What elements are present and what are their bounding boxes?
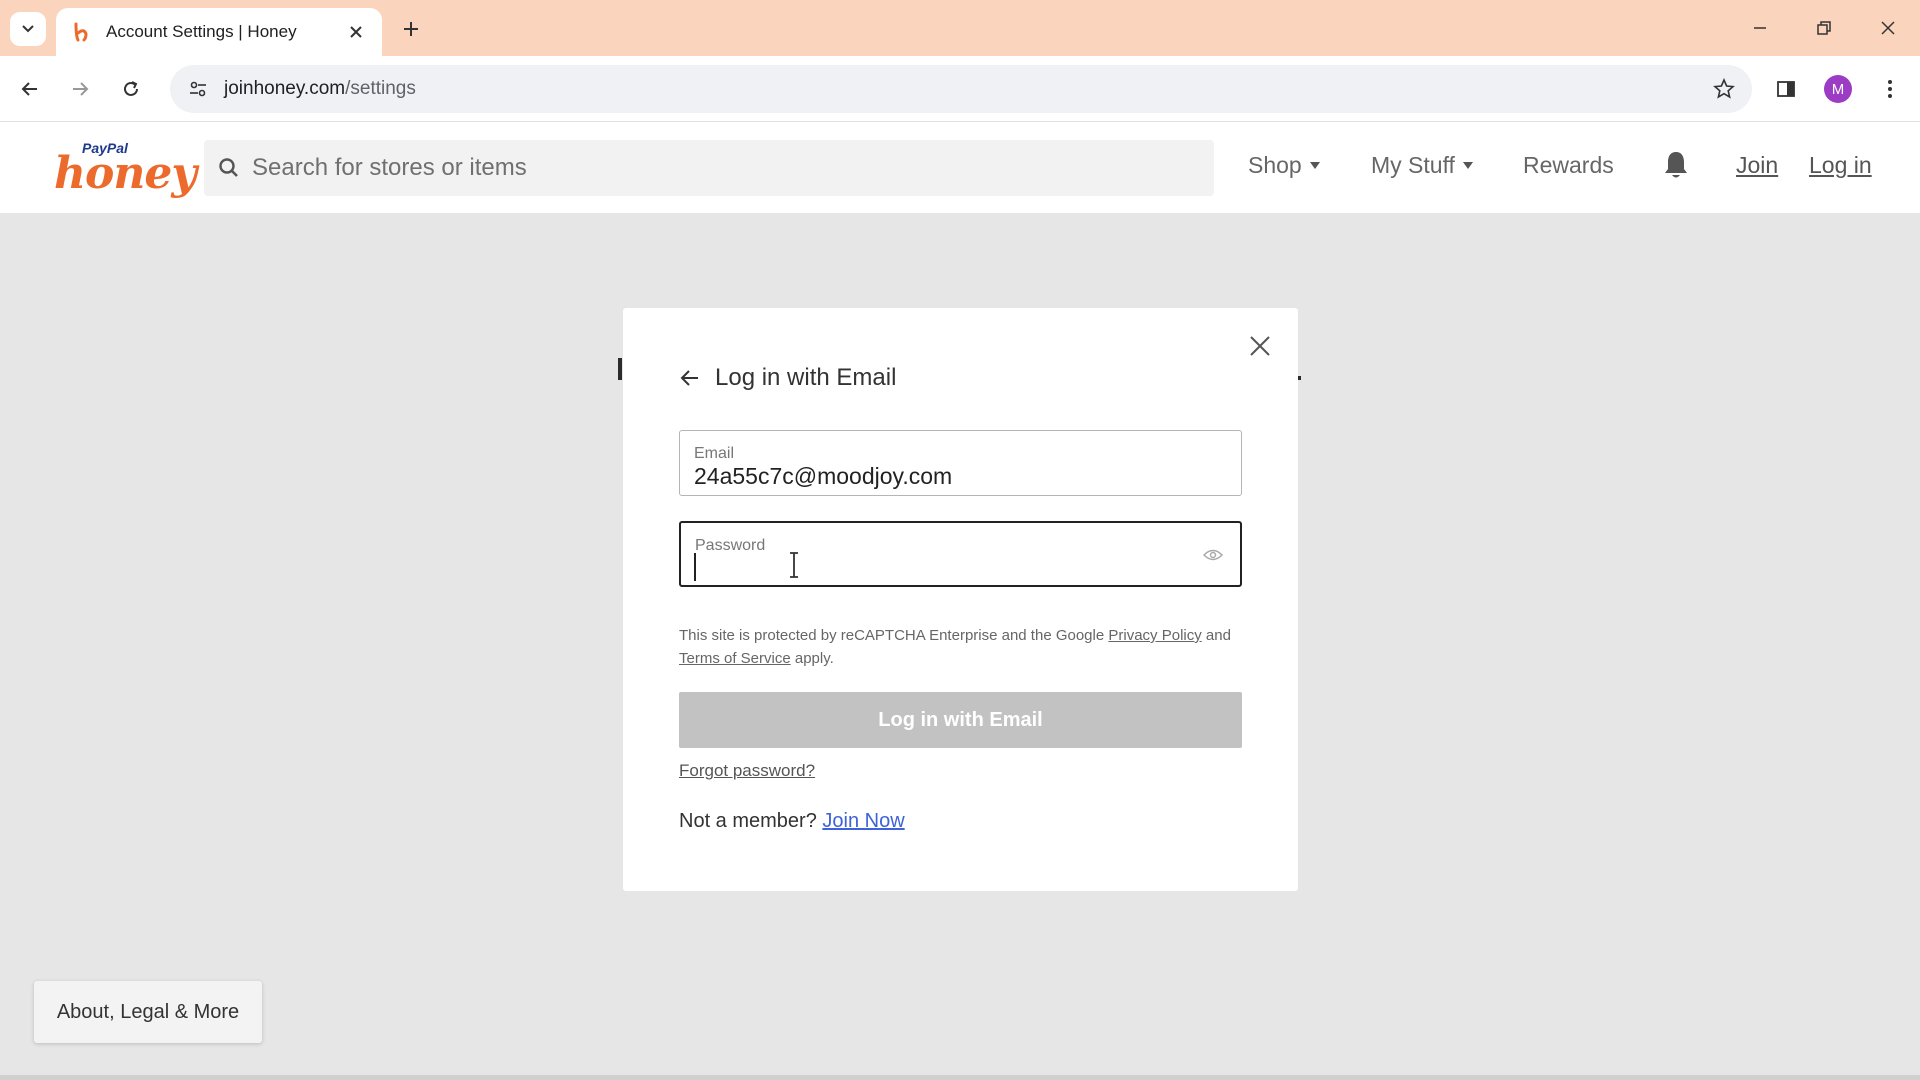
url-host: joinhoney.com — [224, 78, 346, 99]
recaptcha-prefix: This site is protected by reCAPTCHA Ente… — [679, 627, 1109, 644]
side-panel-icon — [1777, 81, 1795, 97]
back-button[interactable] — [12, 71, 48, 107]
honey-logo[interactable]: PayPal honey — [54, 140, 197, 199]
chevron-down-icon — [22, 25, 34, 33]
browser-tab-active[interactable]: Account Settings | Honey — [56, 8, 382, 56]
about-legal-button[interactable]: About, Legal & More — [34, 981, 262, 1043]
password-label: Password — [695, 537, 766, 554]
login-link[interactable]: Log in — [1809, 152, 1872, 179]
arrow-right-icon — [73, 82, 89, 96]
search-icon — [219, 158, 238, 177]
email-label: Email — [694, 445, 735, 462]
minimize-icon — [1754, 27, 1766, 29]
arrow-left-icon — [21, 82, 37, 96]
text-cursor-icon — [790, 552, 798, 578]
recaptcha-and: and — [1201, 627, 1231, 644]
show-password-button[interactable] — [1202, 545, 1224, 565]
modal-header: Log in with Email — [677, 364, 896, 392]
reload-button[interactable] — [113, 71, 149, 107]
profile-avatar: M — [1824, 75, 1852, 103]
side-panel-button[interactable] — [1768, 71, 1804, 107]
modal-back-button[interactable] — [677, 365, 703, 391]
url-text[interactable]: joinhoney.com/settings — [224, 78, 1706, 100]
privacy-policy-link[interactable]: Privacy Policy — [1108, 627, 1201, 644]
honey-favicon-icon — [70, 21, 92, 43]
url-path: /settings — [345, 78, 416, 99]
recaptcha-suffix: apply. — [790, 650, 834, 667]
restore-button[interactable] — [1804, 10, 1844, 46]
notifications-button[interactable] — [1660, 148, 1692, 182]
nav-shop[interactable]: Shop — [1248, 152, 1320, 179]
modal-close-button[interactable] — [1244, 330, 1276, 362]
site-header: PayPal honey Shop My Stuff Rewards Join … — [0, 122, 1920, 214]
tab-title: Account Settings | Honey — [106, 22, 297, 41]
password-field[interactable]: Password — [679, 521, 1242, 587]
star-icon — [1713, 78, 1735, 99]
forward-button[interactable] — [62, 71, 98, 107]
logo-honey-text: honey — [54, 148, 197, 199]
bottom-divider — [0, 1075, 1920, 1080]
site-info-button[interactable] — [176, 71, 220, 107]
tab-close-icon[interactable] — [344, 20, 368, 44]
more-vertical-icon — [1888, 80, 1892, 98]
reload-icon — [124, 81, 138, 96]
nav-my-stuff[interactable]: My Stuff — [1371, 152, 1473, 179]
background-heading-fragment — [618, 358, 622, 380]
nav-rewards[interactable]: Rewards — [1523, 152, 1614, 179]
not-member-label: Not a member? — [679, 810, 823, 832]
tab-search-button[interactable] — [10, 12, 46, 46]
browser-menu-button[interactable] — [1872, 71, 1908, 107]
nav-rewards-label: Rewards — [1523, 152, 1614, 178]
arrow-left-icon — [680, 370, 698, 386]
close-icon — [1250, 336, 1270, 356]
email-field[interactable]: Email — [679, 430, 1242, 496]
bell-icon — [1665, 152, 1687, 178]
bookmark-button[interactable] — [1706, 71, 1742, 107]
login-modal: Log in with Email Email Password This si… — [623, 308, 1298, 891]
caret-down-icon — [1309, 162, 1320, 169]
caret-down-icon — [1462, 162, 1473, 169]
site-search-bar[interactable] — [204, 140, 1214, 196]
address-bar[interactable]: joinhoney.com/settings — [170, 65, 1752, 113]
join-link[interactable]: Join — [1736, 152, 1778, 179]
password-input[interactable] — [695, 555, 1195, 582]
forgot-password-link[interactable]: Forgot password? — [679, 761, 815, 781]
recaptcha-notice: This site is protected by reCAPTCHA Ente… — [679, 624, 1249, 670]
plus-icon — [404, 22, 418, 36]
email-input[interactable] — [694, 463, 1194, 490]
not-member-text: Not a member? Join Now — [679, 810, 905, 833]
browser-tabbar: Account Settings | Honey — [0, 0, 1920, 56]
tune-icon — [190, 81, 206, 97]
new-tab-button[interactable] — [396, 14, 426, 44]
join-now-link[interactable]: Join Now — [822, 810, 904, 832]
window-close-button[interactable] — [1868, 10, 1908, 46]
minimize-button[interactable] — [1740, 10, 1780, 46]
profile-button[interactable]: M — [1820, 71, 1856, 107]
modal-title: Log in with Email — [715, 364, 897, 391]
terms-of-service-link[interactable]: Terms of Service — [679, 650, 791, 667]
site-search-input[interactable] — [252, 154, 1152, 182]
close-icon — [1881, 21, 1895, 35]
restore-icon — [1817, 21, 1831, 35]
browser-toolbar: joinhoney.com/settings M — [0, 56, 1920, 122]
nav-my-stuff-label: My Stuff — [1371, 152, 1455, 178]
eye-icon — [1203, 549, 1223, 561]
login-submit-button[interactable]: Log in with Email — [679, 692, 1242, 748]
nav-shop-label: Shop — [1248, 152, 1302, 178]
